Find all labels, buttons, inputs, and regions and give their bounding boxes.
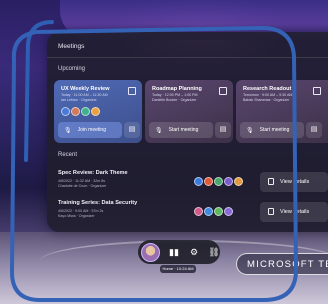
avatar <box>204 177 213 186</box>
view-details-label: View details <box>280 179 310 185</box>
start-meeting-button[interactable]: 🎙 Start meeting <box>240 122 304 138</box>
taskbar: ▮▮ ⚙ ⛓ <box>138 240 220 264</box>
meeting-time: Today · 11:00 AM – 11:30 AM <box>61 93 108 97</box>
microphone-icon: 🎙 <box>64 127 72 134</box>
join-meeting-button[interactable]: 🎙 Join meeting <box>58 122 122 138</box>
panel-divider <box>47 57 328 58</box>
user-avatar[interactable] <box>141 242 160 262</box>
details-icon <box>268 178 274 185</box>
panel-title: Meetings <box>58 43 85 50</box>
attendee-avatars <box>194 177 243 186</box>
avatar <box>224 177 233 186</box>
upcoming-card[interactable]: Roadmap Planning Today · 12:00 PM – 1:00… <box>145 80 233 143</box>
brand-sign: MICROSOFT TEAMS <box>236 253 328 275</box>
upcoming-card[interactable]: Research Readout Tomorrow · 9:00 AM – 9:… <box>236 80 328 143</box>
chat-icon[interactable]: ▤ <box>306 122 322 138</box>
meetings-panel: Meetings Upcoming UX Weekly Review Today… <box>47 32 328 232</box>
upcoming-card[interactable]: UX Weekly Review Today · 11:00 AM – 11:3… <box>54 80 142 143</box>
recent-meeting-organizer: Charlotte de Crum · Organizer <box>58 184 107 188</box>
upcoming-label: Upcoming <box>58 66 86 72</box>
avatar <box>91 107 100 116</box>
calendar-icon[interactable] <box>219 87 227 95</box>
view-details-button[interactable]: View details <box>260 202 328 222</box>
settings-icon[interactable]: ⚙ <box>188 247 200 258</box>
avatar <box>61 107 70 116</box>
recent-meeting-organizer: Kayo Miwa · Organizer <box>58 214 95 218</box>
start-meeting-label: Start meeting <box>168 127 199 133</box>
avatar <box>214 207 223 216</box>
avatar <box>71 107 80 116</box>
avatar <box>194 177 203 186</box>
calendar-icon[interactable] <box>313 87 321 95</box>
avatar <box>194 207 203 216</box>
share-icon[interactable]: ⛓ <box>208 247 220 258</box>
avatar <box>204 207 213 216</box>
recent-meeting-title: Training Series: Data Security <box>58 200 138 206</box>
avatar <box>214 177 223 186</box>
recent-meeting-title: Spec Review: Dark Theme <box>58 170 128 176</box>
start-meeting-label: Start meeting <box>259 127 290 133</box>
clock: Home · 10:24 AM <box>160 265 196 273</box>
join-meeting-label: Join meeting <box>77 127 106 133</box>
meeting-title: UX Weekly Review <box>61 86 110 92</box>
meeting-title: Research Readout <box>243 86 292 92</box>
attendee-avatars <box>194 207 233 216</box>
microphone-icon: 🎙 <box>155 127 163 134</box>
microphone-icon: 🎙 <box>246 127 254 134</box>
meeting-time: Tomorrow · 9:00 AM – 9:30 AM <box>243 93 293 97</box>
meetings-icon[interactable]: ▮▮ <box>168 247 180 258</box>
avatar <box>81 107 90 116</box>
meeting-organizer: Ian Leblan · Organizer <box>61 98 97 102</box>
recent-meeting-row[interactable]: Training Series: Data Security 4/6/2022 … <box>58 200 328 228</box>
recent-meeting-date: 4/6/2022 · 9:00 AM · 57m 2s <box>58 209 104 213</box>
chat-icon[interactable]: ▤ <box>215 122 231 138</box>
meeting-organizer: Babak Shammas · Organizer <box>243 98 290 102</box>
chat-icon[interactable]: ▤ <box>124 122 140 138</box>
view-details-button[interactable]: View details <box>260 172 328 192</box>
calendar-icon[interactable] <box>128 87 136 95</box>
meeting-time: Today · 12:00 PM – 1:00 PM <box>152 93 198 97</box>
avatar <box>234 177 243 186</box>
recent-meeting-date: 4/8/2022 · 11:32 AM · 32m 8s <box>58 179 106 183</box>
recent-label: Recent <box>58 152 78 158</box>
mixed-reality-scene: Meetings Upcoming UX Weekly Review Today… <box>0 0 328 304</box>
recent-meeting-row[interactable]: Spec Review: Dark Theme 4/8/2022 · 11:32… <box>58 170 328 198</box>
meeting-title: Roadmap Planning <box>152 86 202 92</box>
attendee-avatars <box>61 107 100 116</box>
start-meeting-button[interactable]: 🎙 Start meeting <box>149 122 213 138</box>
meeting-organizer: Danielle Booker · Organizer <box>152 98 197 102</box>
details-icon <box>268 208 274 215</box>
avatar <box>224 207 233 216</box>
view-details-label: View details <box>280 209 310 215</box>
